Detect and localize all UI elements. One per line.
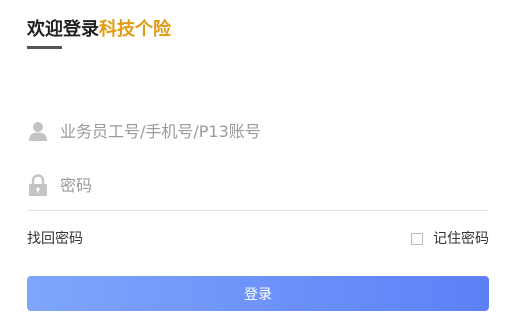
lock-icon (27, 174, 49, 196)
page-title: 欢迎登录科技个险 (27, 18, 171, 42)
remember-password-option[interactable]: 记住密码 (411, 230, 489, 248)
password-input[interactable] (60, 171, 480, 199)
username-input[interactable] (60, 117, 480, 145)
remember-password-checkbox[interactable] (411, 233, 423, 245)
title-underline (27, 46, 62, 49)
remember-password-label: 记住密码 (433, 231, 489, 247)
divider (27, 210, 489, 211)
login-button[interactable]: 登录 (27, 276, 489, 311)
user-icon (27, 120, 49, 142)
title-prefix: 欢迎登录 (27, 19, 99, 40)
title-accent: 科技个险 (99, 19, 171, 40)
forgot-password-link[interactable]: 找回密码 (27, 230, 83, 248)
username-field (27, 116, 489, 146)
password-field (27, 170, 489, 200)
